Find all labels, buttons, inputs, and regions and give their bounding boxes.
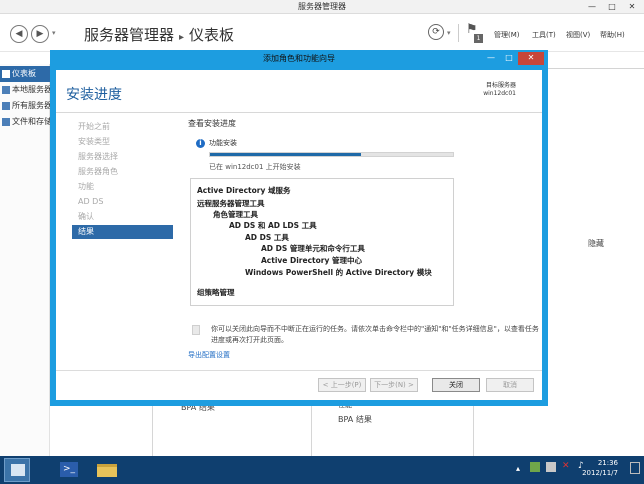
breadcrumb-separator-icon: ▸ [179, 32, 185, 43]
add-roles-wizard-dialog: 添加角色和功能向导 — □ ✕ 安装进度 目标服务器 win12dc01 开始之… [50, 50, 548, 406]
result-item: Windows PowerShell 的 Active Directory 模块 [245, 268, 432, 277]
bpa-results-label: BPA 结果 [338, 415, 372, 424]
dialog-title: 添加角色和功能向导 [263, 54, 335, 63]
nav-item-local-server[interactable]: 本地服务器 [0, 82, 50, 98]
install-progress-fill [210, 153, 361, 156]
menu-manage[interactable]: 管理(M) [494, 30, 520, 40]
dashboard-icon [2, 70, 10, 78]
nav-item-all-servers[interactable]: 所有服务器 [0, 98, 50, 114]
tray-keyboard-icon[interactable] [546, 462, 556, 472]
window-title-bar: 服务器管理器 [0, 0, 644, 14]
header-divider [458, 24, 459, 42]
next-button[interactable]: 下一步(N) > [370, 378, 418, 392]
dialog-maximize-button[interactable]: □ [500, 52, 518, 65]
step-server-selection: 服务器选择 [78, 152, 118, 161]
results-list: Active Directory 域服务 远程服务器管理工具角色管理工具 AD DS… [190, 178, 454, 306]
folder-glyph [97, 464, 117, 477]
window-controls: — □ ✕ [582, 0, 642, 14]
breadcrumb: 服务器管理器 ▸ 仪表板 [84, 24, 234, 45]
step-results[interactable]: 结果 [72, 225, 173, 239]
step-ad-ds: AD DS [78, 197, 104, 206]
footer-divider [56, 370, 542, 371]
clock-date: 2012/11/7 [582, 469, 618, 477]
result-item: 远程服务器管理工具 [197, 199, 265, 208]
storage-icon [2, 118, 10, 126]
history-dropdown-icon[interactable]: ▾ [52, 29, 56, 37]
notification-count-badge: 1 [474, 34, 483, 43]
step-server-roles: 服务器角色 [78, 167, 118, 176]
hide-link[interactable]: 隐藏 [588, 238, 604, 249]
target-server-name: win12dc01 [483, 90, 516, 97]
tray-app-icon[interactable] [530, 462, 540, 472]
result-item: 角色管理工具 [213, 210, 258, 219]
nav-item-dashboard[interactable]: 仪表板 [0, 66, 50, 82]
background-tile: BPA 结果 [152, 403, 312, 456]
wizard-note: 你可以关闭此向导而不中断正在运行的任务。请依次单击命令栏中的"通知"和"任务详细… [211, 325, 539, 344]
background-tile: 性能 BPA 结果 [312, 401, 474, 456]
close-wizard-button[interactable]: 关闭 [432, 378, 480, 392]
result-item: 组策略管理 [197, 288, 235, 297]
background-divider [548, 68, 644, 69]
server-manager-taskbar-icon[interactable] [4, 458, 30, 482]
result-item: AD DS 工具 [245, 233, 289, 242]
nav-item-label: 本地服务器 [12, 85, 50, 94]
show-desktop-icon[interactable] [630, 462, 640, 474]
servers-icon [2, 102, 10, 110]
breadcrumb-app: 服务器管理器 [84, 26, 175, 44]
window-title: 服务器管理器 [298, 2, 346, 11]
menu-tools[interactable]: 工具(T) [532, 30, 556, 40]
dialog-minimize-button[interactable]: — [482, 52, 500, 65]
taskbar-clock[interactable]: 21:36 2012/11/7 [582, 458, 618, 478]
step-installation-type: 安装类型 [78, 137, 110, 146]
nav-item-label: 文件和存储服务 [12, 117, 50, 126]
menu-help[interactable]: 帮助(H) [600, 30, 625, 40]
export-config-link[interactable]: 导出配置设置 [188, 350, 230, 360]
result-item: AD DS 和 AD LDS 工具 [229, 221, 317, 230]
nav-item-label: 仪表板 [12, 69, 36, 78]
result-item: Active Directory 域服务 [197, 186, 291, 195]
notepad-icon [192, 325, 200, 335]
dialog-body: 安装进度 目标服务器 win12dc01 开始之前 安装类型 服务器选择 服务器… [56, 70, 542, 400]
refresh-icon[interactable]: ⟳ [428, 24, 444, 40]
dialog-close-button[interactable]: ✕ [518, 52, 544, 65]
info-icon: i [196, 139, 205, 148]
cancel-button[interactable]: 取消 [486, 378, 534, 392]
step-before-you-begin: 开始之前 [78, 122, 110, 131]
left-navigation: 仪表板 本地服务器 所有服务器 文件和存储服务 [0, 64, 50, 456]
target-server-label: 目标服务器 [485, 82, 516, 89]
refresh-dropdown-icon[interactable]: ▾ [447, 29, 451, 37]
minimize-button[interactable]: — [582, 0, 602, 14]
section-title: 查看安装进度 [188, 119, 236, 128]
target-server: 目标服务器 win12dc01 [483, 82, 516, 98]
close-button[interactable]: ✕ [622, 0, 642, 14]
step-features: 功能 [78, 182, 94, 191]
previous-button[interactable]: < 上一步(P) [318, 378, 366, 392]
nav-item-file-storage[interactable]: 文件和存储服务 [0, 114, 50, 130]
server-icon [2, 86, 10, 94]
install-progress-bar [209, 152, 454, 157]
powershell-taskbar-icon[interactable]: >_ [56, 458, 82, 482]
forward-arrow-icon[interactable]: ▶ [31, 25, 49, 43]
heading-divider [56, 112, 542, 113]
network-warning-icon[interactable]: ✕ [562, 461, 570, 471]
result-item: AD DS 管理单元和命令行工具 [261, 244, 365, 253]
page-title: 仪表板 [189, 26, 235, 44]
server-manager-glyph [11, 464, 25, 476]
tray-overflow-icon[interactable]: ▴ [516, 464, 520, 473]
result-item: Active Directory 管理中心 [261, 256, 362, 265]
maximize-button[interactable]: □ [602, 0, 622, 14]
install-progress-text: 已在 win12dc01 上开始安装 [209, 163, 301, 171]
clock-time: 21:36 [597, 459, 618, 467]
menu-view[interactable]: 视图(V) [566, 30, 590, 40]
install-status-text: 功能安装 [209, 139, 237, 147]
back-arrow-icon[interactable]: ◀ [10, 25, 28, 43]
step-confirmation: 确认 [78, 212, 94, 221]
nav-item-label: 所有服务器 [12, 101, 50, 110]
file-explorer-taskbar-icon[interactable] [94, 458, 120, 482]
wizard-heading: 安装进度 [66, 87, 122, 103]
powershell-glyph: >_ [60, 462, 78, 477]
